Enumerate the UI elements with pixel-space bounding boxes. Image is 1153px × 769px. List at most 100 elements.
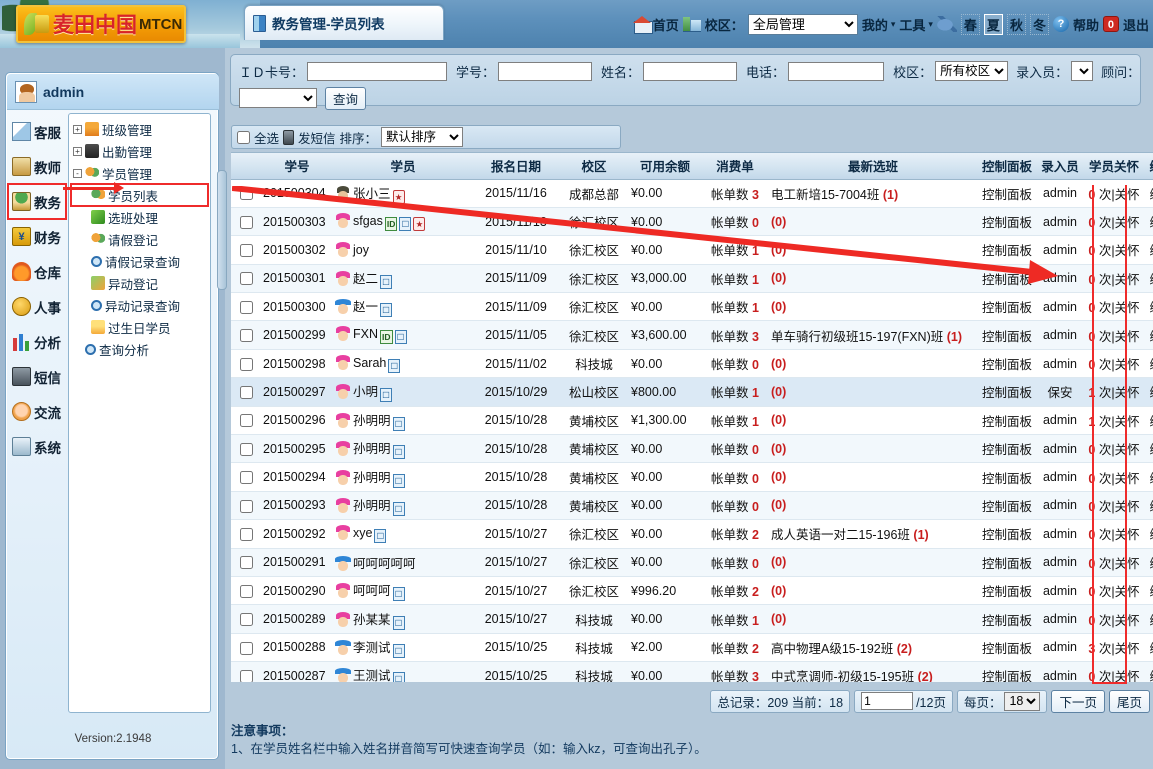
sidebar-item-hr[interactable]: 人事 [8,289,66,324]
sidebar-item-system[interactable]: 系统 [8,429,66,464]
cell-consumption[interactable]: 帐单数 3 [701,321,769,349]
table-row[interactable]: 201500297小明☐2015/10/29松山校区¥800.00帐单数 1(0… [231,378,1153,406]
row-checkbox[interactable] [240,528,253,541]
row-checkbox-cell[interactable] [231,662,261,682]
sidebar-item-analysis[interactable]: 分析 [8,324,66,359]
row-checkbox-cell[interactable] [231,207,261,235]
col-balance[interactable]: 可用余额 [629,153,701,179]
cell-latest-class[interactable]: (0) [769,491,977,519]
col-student-no[interactable]: 学号 [261,153,333,179]
sidebar-item-chat[interactable]: 交流 [8,394,66,429]
season-summer[interactable]: 夏 [984,14,1003,35]
row-checkbox-cell[interactable] [231,179,261,207]
per-page-select[interactable]: 18 [1004,692,1040,711]
extra-filter-select[interactable] [239,88,317,108]
student-no-input[interactable] [498,62,592,81]
cell-latest-class[interactable]: (0) [769,207,977,235]
row-checkbox-cell[interactable] [231,378,261,406]
edit-link[interactable]: 编辑 [1145,463,1153,491]
cell-consumption[interactable]: 帐单数 0 [701,435,769,463]
cell-consumption[interactable]: 帐单数 3 [701,179,769,207]
cell-student-name[interactable]: 孙明明☐ [333,491,473,519]
row-checkbox-cell[interactable] [231,435,261,463]
exit-icon[interactable]: 0 [1103,16,1119,32]
cell-consumption[interactable]: 帐单数 1 [701,264,769,292]
phone-badge-icon[interactable]: ☐ [393,417,405,431]
tree-item-query-analysis[interactable]: 查询分析 [71,338,208,360]
cell-student-name[interactable]: 赵二☐ [333,264,473,292]
cell-student-name[interactable]: FXNID☐ [333,321,473,349]
col-enroll-date[interactable]: 报名日期 [473,153,559,179]
table-row[interactable]: 201500296孙明明☐2015/10/28黄埔校区¥1,300.00帐单数 … [231,406,1153,434]
row-checkbox[interactable] [240,414,253,427]
row-checkbox-cell[interactable] [231,349,261,377]
row-checkbox[interactable] [240,443,253,456]
phone-badge-icon[interactable]: ☐ [393,502,405,516]
tree-item-student-management[interactable]: - 学员管理 [71,162,208,184]
cell-student-no[interactable]: 201500302 [261,236,333,264]
row-checkbox[interactable] [240,244,253,257]
cell-consumption[interactable]: 帐单数 1 [701,406,769,434]
cell-student-no[interactable]: 201500291 [261,548,333,576]
cell-student-no[interactable]: 201500288 [261,633,333,661]
sort-select[interactable]: 默认排序 [381,127,463,147]
campus-filter-select[interactable]: 所有校区 [935,61,1008,81]
stamp-badge-icon[interactable]: ★ [393,190,405,204]
cell-consumption[interactable]: 帐单数 0 [701,463,769,491]
last-page-button[interactable]: 尾页 [1109,690,1150,713]
cell-student-no[interactable]: 201500298 [261,349,333,377]
cell-student-name[interactable]: 孙明明☐ [333,463,473,491]
row-checkbox-cell[interactable] [231,633,261,661]
cell-student-name[interactable]: 张小三★ [333,179,473,207]
cell-latest-class[interactable]: (0) [769,576,977,604]
cell-student-no[interactable]: 201500303 [261,207,333,235]
edit-link[interactable]: 编辑 [1145,207,1153,235]
col-campus[interactable]: 校区 [559,153,629,179]
row-checkbox[interactable] [240,329,253,342]
phone-badge-icon[interactable]: ☐ [380,275,392,289]
cell-latest-class[interactable]: (0) [769,548,977,576]
cell-latest-class[interactable]: (0) [769,435,977,463]
send-sms-link[interactable]: 发短信 [298,128,336,147]
row-checkbox[interactable] [240,613,253,626]
tree-item-class-management[interactable]: + 班级管理 [71,118,208,140]
cell-latest-class[interactable]: (0) [769,406,977,434]
table-row[interactable]: 201500299FXNID☐2015/11/05徐汇校区¥3,600.00帐单… [231,321,1153,349]
expand-plus-icon[interactable]: + [73,147,82,156]
row-checkbox[interactable] [240,301,253,314]
cell-consumption[interactable]: 帐单数 1 [701,605,769,633]
cell-latest-class[interactable]: (0) [769,605,977,633]
control-panel-link[interactable]: 控制面板 [977,321,1037,349]
cell-student-name[interactable]: joy [333,236,473,264]
row-checkbox[interactable] [240,585,253,598]
edit-link[interactable]: 编辑 [1145,605,1153,633]
cell-student-no[interactable]: 201500289 [261,605,333,633]
row-checkbox[interactable] [240,358,253,371]
edit-link[interactable]: 编辑 [1145,435,1153,463]
table-row[interactable]: 201500287王测试☐2015/10/25科技城¥0.00帐单数 3中式烹调… [231,662,1153,682]
cell-student-no[interactable]: 201500296 [261,406,333,434]
cell-consumption[interactable]: 帐单数 0 [701,548,769,576]
cell-latest-class[interactable]: (0) [769,349,977,377]
phone-input[interactable] [788,62,884,81]
edit-link[interactable]: 编辑 [1145,576,1153,604]
control-panel-link[interactable]: 控制面板 [977,264,1037,292]
table-row[interactable]: 201500301赵二☐2015/11/09徐汇校区¥3,000.00帐单数 1… [231,264,1153,292]
row-checkbox-cell[interactable] [231,520,261,548]
col-latest-class[interactable]: 最新选班 [769,153,977,179]
row-checkbox-cell[interactable] [231,548,261,576]
sidebar-item-finance[interactable]: ¥ 财务 [8,219,66,254]
cell-consumption[interactable]: 帐单数 1 [701,236,769,264]
cell-student-no[interactable]: 201500294 [261,463,333,491]
cell-student-no[interactable]: 201500300 [261,293,333,321]
control-panel-link[interactable]: 控制面板 [977,207,1037,235]
cell-student-no[interactable]: 201500295 [261,435,333,463]
row-checkbox[interactable] [240,500,253,513]
edit-link[interactable]: 编辑 [1145,520,1153,548]
cell-student-name[interactable]: 王测试☐ [333,662,473,682]
cell-latest-class[interactable]: 电工新培15-7004班 (1) [769,179,977,207]
cell-student-name[interactable]: 呵呵呵呵呵 [333,548,473,576]
cell-consumption[interactable]: 帐单数 0 [701,207,769,235]
control-panel-link[interactable]: 控制面板 [977,293,1037,321]
cell-consumption[interactable]: 帐单数 0 [701,349,769,377]
